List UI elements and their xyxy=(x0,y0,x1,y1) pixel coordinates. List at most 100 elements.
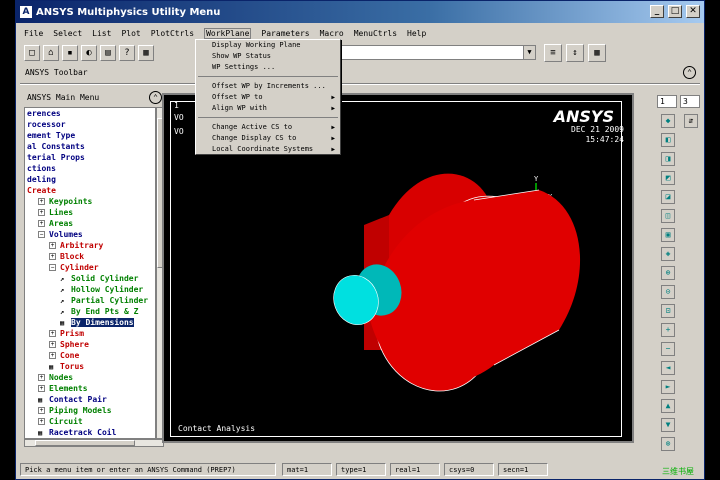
tree-item[interactable]: ↗ Partial Cylinder xyxy=(25,295,155,306)
menu-plot[interactable]: Plot xyxy=(121,29,140,38)
expand-icon[interactable]: + xyxy=(38,418,45,425)
expand-icon[interactable]: + xyxy=(38,209,45,216)
tree-item[interactable]: + Piping Models xyxy=(25,405,155,416)
menu-list[interactable]: List xyxy=(92,29,111,38)
tree-item[interactable]: ▦ Torus xyxy=(25,361,155,372)
iso-view-icon[interactable]: ◆ xyxy=(661,114,675,128)
rotate-right-icon[interactable]: ► xyxy=(661,380,675,394)
minimize-button[interactable]: _ xyxy=(650,5,664,18)
window-select[interactable]: 1 xyxy=(657,95,677,108)
dynamic-mode-icon[interactable]: ⇵ xyxy=(684,114,698,128)
tree-item[interactable]: ctions xyxy=(25,163,155,174)
collapse-icon[interactable]: − xyxy=(38,231,45,238)
command-history-icon[interactable]: ≡ xyxy=(544,44,562,62)
tree-item[interactable]: erences xyxy=(25,108,155,119)
right-view-icon[interactable]: ◪ xyxy=(661,190,675,204)
expand-icon[interactable]: + xyxy=(38,220,45,227)
view-select[interactable]: 3 xyxy=(680,95,700,108)
collapse-icon[interactable]: ⌃ xyxy=(149,91,162,104)
menu-menuctrls[interactable]: MenuCtrls xyxy=(354,29,397,38)
tree-item[interactable]: + Cone xyxy=(25,350,155,361)
menu-parameters[interactable]: Parameters xyxy=(261,29,309,38)
sort-icon[interactable]: ↕ xyxy=(566,44,584,62)
grid-view-icon[interactable]: ▦ xyxy=(588,44,606,62)
tree-item[interactable]: + Nodes xyxy=(25,372,155,383)
tree-item[interactable]: terial Props xyxy=(25,152,155,163)
chevron-down-icon[interactable]: ▼ xyxy=(523,46,535,59)
expand-icon[interactable]: + xyxy=(38,385,45,392)
box-zoom-icon[interactable]: ⊡ xyxy=(661,304,675,318)
tree-item[interactable]: ement Type xyxy=(25,130,155,141)
open-folder-icon[interactable]: ⌂ xyxy=(43,45,59,61)
command-input[interactable]: ▼ xyxy=(326,45,536,60)
menu-plotctrls[interactable]: PlotCtrls xyxy=(151,29,194,38)
print-icon[interactable]: ▤ xyxy=(100,45,116,61)
zoom-out-icon[interactable]: − xyxy=(661,342,675,356)
expand-icon[interactable]: + xyxy=(49,330,56,337)
oblique-view-icon[interactable]: ◈ xyxy=(661,247,675,261)
workplane-menu-item[interactable]: Align WP with ▶ xyxy=(196,103,340,114)
pan-zoom-icon[interactable]: ◐ xyxy=(81,45,97,61)
tree-item[interactable]: ↗ By End Pts & Z xyxy=(25,306,155,317)
close-button[interactable]: ✕ xyxy=(686,5,700,18)
tree-item[interactable]: ▦ By Dimensions xyxy=(25,317,155,328)
workplane-menu-item[interactable]: Offset WP by Increments ... xyxy=(196,81,340,92)
menu-select[interactable]: Select xyxy=(53,29,82,38)
tree-item[interactable]: + Arbitrary xyxy=(25,240,155,251)
tree-item[interactable]: + Lines xyxy=(25,207,155,218)
tree-item[interactable]: − Cylinder xyxy=(25,262,155,273)
tree-item[interactable]: + Prism xyxy=(25,328,155,339)
top-view-icon[interactable]: ◨ xyxy=(661,152,675,166)
tree-item[interactable]: + Circuit xyxy=(25,416,155,427)
tree-item[interactable]: ▦ Racetrack Coil xyxy=(25,427,155,438)
expand-icon[interactable]: + xyxy=(38,198,45,205)
workplane-menu-item[interactable]: Change Display CS to ▶ xyxy=(196,133,340,144)
fit-view-icon[interactable]: ⊕ xyxy=(661,266,675,280)
zoom-icon[interactable]: ⊙ xyxy=(661,285,675,299)
tree-item[interactable]: + Keypoints xyxy=(25,196,155,207)
workplane-menu-item[interactable]: Offset WP to ▶ xyxy=(196,92,340,103)
pan-up-icon[interactable]: ▲ xyxy=(661,399,675,413)
menu-help[interactable]: Help xyxy=(407,29,426,38)
tree-item[interactable]: ↗ Hollow Cylinder xyxy=(25,284,155,295)
expand-icon[interactable]: + xyxy=(49,352,56,359)
back-view-icon[interactable]: ◫ xyxy=(661,209,675,223)
tree-item[interactable]: rocessor xyxy=(25,119,155,130)
zoom-in-icon[interactable]: + xyxy=(661,323,675,337)
tree-item[interactable]: ▦ Contact Pair xyxy=(25,394,155,405)
save-icon[interactable]: ▪ xyxy=(62,45,78,61)
reset-view-icon[interactable]: ⊗ xyxy=(661,437,675,451)
bottom-view-icon[interactable]: ▣ xyxy=(661,228,675,242)
tree-item[interactable]: deling xyxy=(25,174,155,185)
tree-item[interactable]: al Constants xyxy=(25,141,155,152)
tree-item[interactable]: Create xyxy=(25,185,155,196)
tree-item[interactable]: + Elements xyxy=(25,383,155,394)
collapse-icon[interactable]: ⌃ xyxy=(683,66,696,79)
tree-item[interactable]: + Sphere xyxy=(25,339,155,350)
menu-file[interactable]: File xyxy=(24,29,43,38)
collapse-icon[interactable]: − xyxy=(49,264,56,271)
rotate-left-icon[interactable]: ◄ xyxy=(661,361,675,375)
workplane-menu-item[interactable]: WP Settings ... xyxy=(196,62,340,73)
workplane-menu-item[interactable]: Display Working Plane xyxy=(196,40,340,51)
workplane-menu-item[interactable]: Show WP Status xyxy=(196,51,340,62)
scroll-thumb[interactable] xyxy=(35,440,135,446)
workplane-menu-item[interactable]: Local Coordinate Systems ▶ xyxy=(196,144,340,155)
maximize-button[interactable]: □ xyxy=(668,5,682,18)
help-icon[interactable]: ? xyxy=(119,45,135,61)
tree-item[interactable]: + Block xyxy=(25,251,155,262)
new-file-icon[interactable]: □ xyxy=(24,45,40,61)
tree-item[interactable]: ↗ Solid Cylinder xyxy=(25,273,155,284)
tree-item[interactable]: − Volumes xyxy=(25,229,155,240)
menu-workplane[interactable]: WorkPlane xyxy=(204,27,252,39)
front-view-icon[interactable]: ◧ xyxy=(661,133,675,147)
expand-icon[interactable]: + xyxy=(49,341,56,348)
left-view-icon[interactable]: ◩ xyxy=(661,171,675,185)
grid-icon[interactable]: ▦ xyxy=(138,45,154,61)
expand-icon[interactable]: + xyxy=(49,253,56,260)
expand-icon[interactable]: + xyxy=(38,374,45,381)
tree-item[interactable]: + Areas xyxy=(25,218,155,229)
workplane-menu-item[interactable]: Change Active CS to ▶ xyxy=(196,122,340,133)
tree-horizontal-scrollbar[interactable] xyxy=(24,439,164,447)
expand-icon[interactable]: + xyxy=(38,407,45,414)
